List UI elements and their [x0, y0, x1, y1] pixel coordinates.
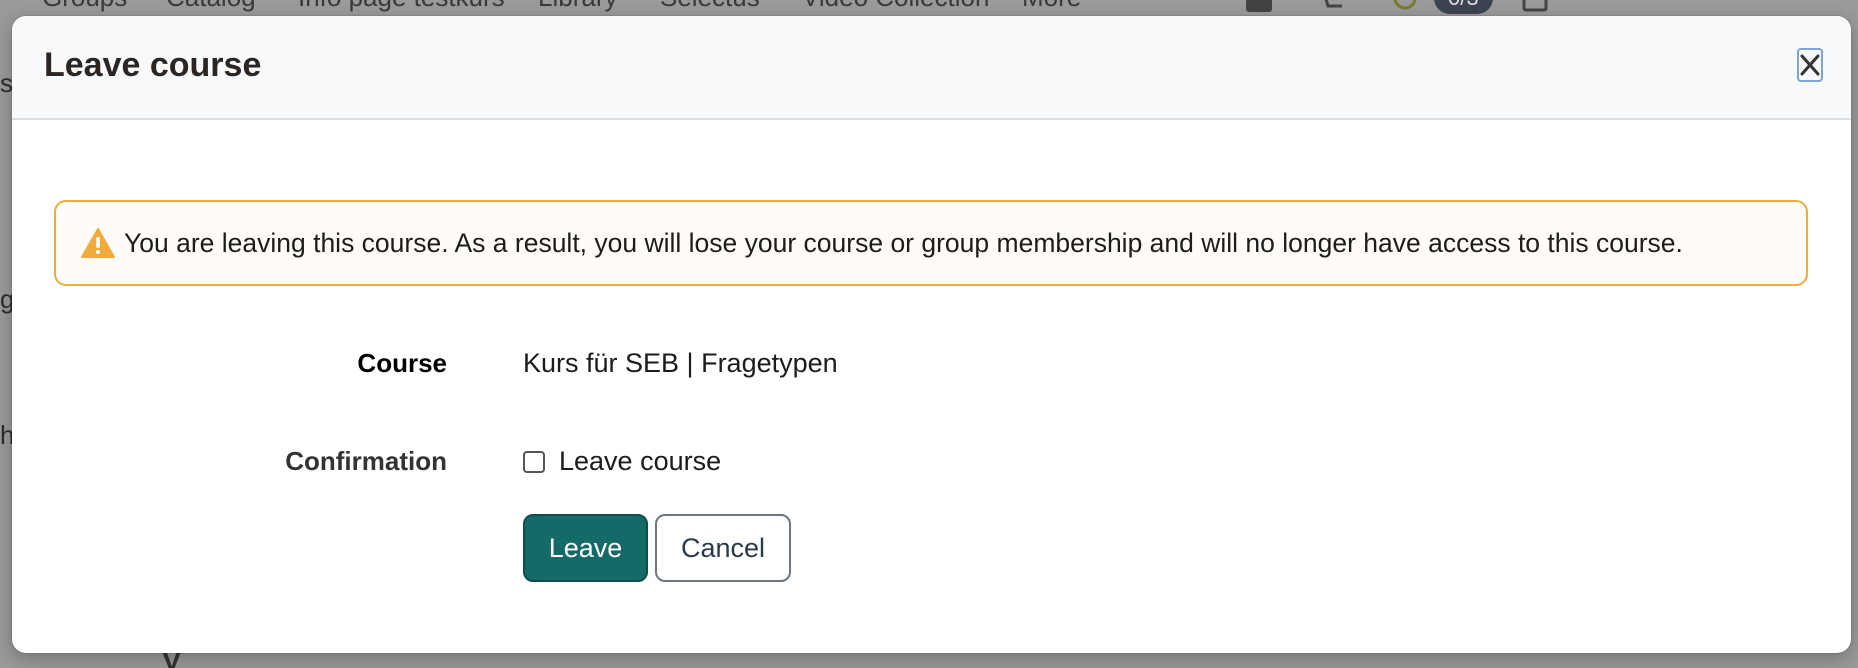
confirmation-checkbox-row[interactable]: Leave course: [523, 446, 721, 477]
nav-item-video-collection[interactable]: Video Collection: [802, 0, 989, 13]
confirmation-label: Confirmation: [285, 446, 447, 476]
warning-icon: [81, 228, 115, 258]
leave-course-dialog: Leave course You are leaving this course…: [12, 16, 1851, 653]
nav-item-more[interactable]: More: [1022, 0, 1081, 13]
dialog-header: Leave course: [12, 16, 1851, 120]
close-icon: [1800, 54, 1820, 76]
nav-item-info-page[interactable]: Info page testkurs: [298, 0, 505, 13]
course-label: Course: [357, 348, 447, 378]
alert-message: You are leaving this course. As a result…: [124, 227, 1683, 258]
leave-course-checkbox[interactable]: [523, 450, 545, 473]
leave-button[interactable]: Leave: [523, 514, 648, 582]
course-value: Kurs für SEB | Fragetypen: [523, 348, 838, 378]
warning-alert: You are leaving this course. As a result…: [54, 200, 1808, 286]
nav-item-selectus[interactable]: Selectus: [660, 0, 760, 13]
close-button[interactable]: [1797, 48, 1823, 82]
nav-item-library[interactable]: Library: [538, 0, 617, 13]
checkbox-label[interactable]: Leave course: [559, 446, 721, 477]
dialog-title: Leave course: [44, 46, 262, 84]
badge-counter[interactable]: 0/3: [1434, 0, 1493, 14]
nav-item-catalog[interactable]: Catalog: [166, 0, 256, 13]
nav-item-groups[interactable]: Groups: [42, 0, 127, 13]
cancel-button[interactable]: Cancel: [655, 514, 791, 582]
